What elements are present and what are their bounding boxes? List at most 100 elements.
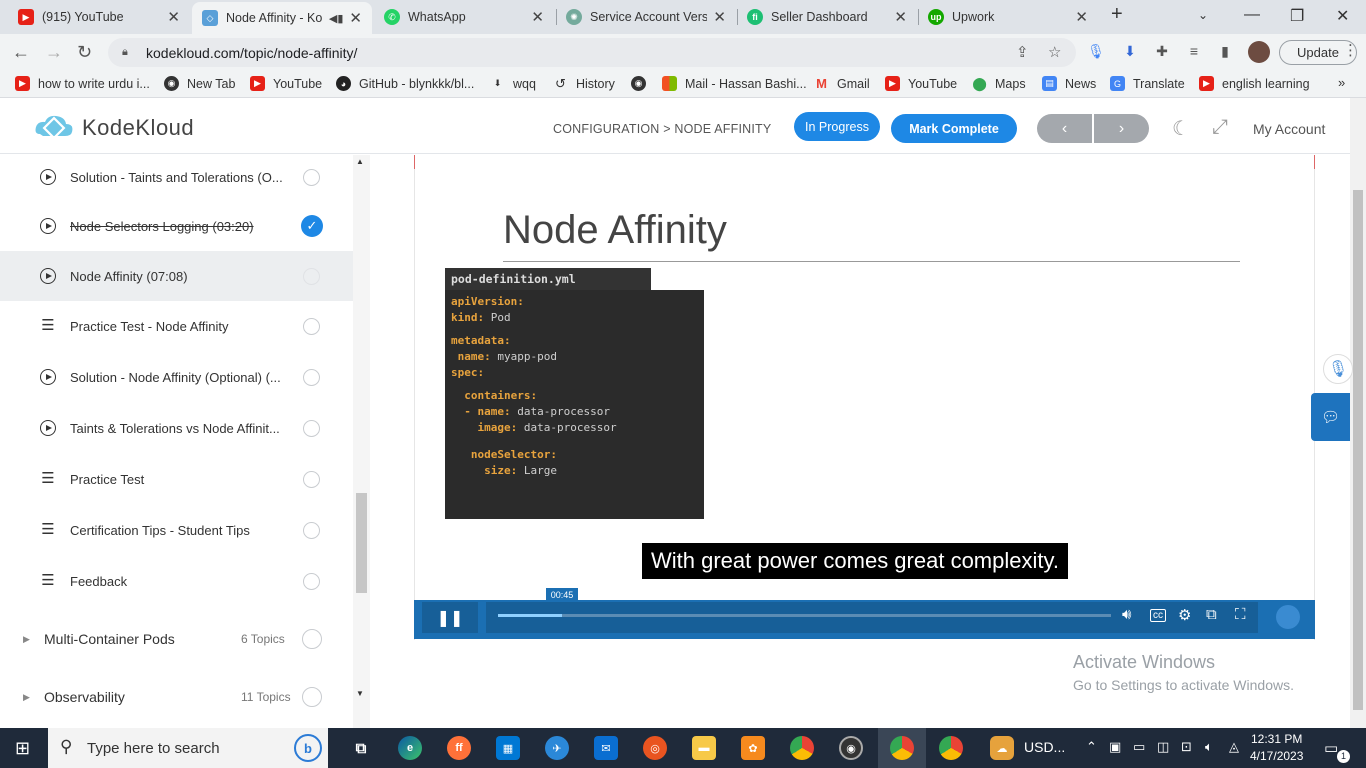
side-panel-icon[interactable]: ▮ <box>1216 43 1234 61</box>
firefox-icon[interactable]: ff <box>447 736 471 760</box>
close-icon[interactable]: ✕ <box>713 8 726 26</box>
previous-lesson-button[interactable]: ‹ <box>1037 114 1092 143</box>
lesson-item[interactable]: Node Selectors Logging (03:20) ✓ <box>0 201 353 251</box>
lock-icon[interactable]: 🔒︎ <box>122 46 136 59</box>
bookmark-item[interactable]: ⬤ Maps <box>972 76 1025 91</box>
tab-node-affinity[interactable]: ◇ Node Affinity - Ko ◀▮ ✕ <box>192 2 372 34</box>
new-tab-icon[interactable]: + <box>1111 3 1123 26</box>
volume-icon[interactable]: 🔊︎ <box>1122 606 1131 623</box>
close-icon[interactable]: ✕ <box>531 8 544 26</box>
profile-avatar[interactable] <box>1248 41 1270 63</box>
lesson-item[interactable]: ☰ Practice Test - Node Affinity <box>0 301 353 351</box>
bookmark-item[interactable]: ▤ News <box>1042 76 1096 91</box>
breadcrumb[interactable]: CONFIGURATION > NODE AFFINITY <box>553 122 771 136</box>
task-view-icon[interactable]: ⧉ <box>349 736 373 760</box>
lesson-item[interactable]: Taints & Tolerations vs Node Affinit... <box>0 403 353 453</box>
lesson-item[interactable]: ☰ Certification Tips - Student Tips <box>0 505 353 555</box>
picture-in-picture-icon[interactable]: ⧉ <box>1206 606 1217 623</box>
tray-display-icon[interactable]: ▭ <box>1133 739 1145 755</box>
media-control-icon[interactable]: ≡ <box>1185 43 1203 61</box>
extensions-puzzle-icon[interactable]: ✚ <box>1153 43 1171 61</box>
close-icon[interactable]: ✕ <box>1075 8 1088 26</box>
tab-service-account[interactable]: ✺ Service Account Versic ✕ <box>556 4 736 30</box>
address-bar[interactable]: 🔒︎ kodekloud.com/topic/node-affinity/ ⇪ … <box>108 38 1076 67</box>
bing-icon[interactable]: b <box>294 734 322 762</box>
reload-icon[interactable]: ↻ <box>77 42 92 63</box>
lesson-item[interactable]: ☰ Practice Test <box>0 454 353 504</box>
chrome-profile-icon[interactable] <box>890 736 914 760</box>
tray-chevron-icon[interactable]: ⌃ <box>1086 739 1097 755</box>
close-window-icon[interactable]: ✕ <box>1336 6 1349 26</box>
fullscreen-player-icon[interactable]: ⛶ <box>1235 606 1246 623</box>
tray-network-device-icon[interactable]: ⊡ <box>1181 739 1192 755</box>
settings-gear-icon[interactable]: ⚙ <box>1178 606 1191 624</box>
edge-icon[interactable]: e <box>398 736 422 760</box>
pause-button[interactable]: ❚❚ <box>422 602 478 633</box>
tab-youtube[interactable]: ▶ (915) YouTube ✕ <box>8 4 190 30</box>
bookmark-item[interactable]: ▶ english learning <box>1199 76 1310 91</box>
kodekloud-logo[interactable]: KodeKloud <box>34 114 194 142</box>
bookmark-item[interactable]: ◉ New Tab <box>164 76 235 91</box>
mark-complete-button[interactable]: Mark Complete <box>891 114 1017 143</box>
back-icon[interactable]: ← <box>12 42 30 63</box>
lesson-item[interactable]: Solution - Node Affinity (Optional) (... <box>0 352 353 402</box>
bookmark-item[interactable]: G Translate <box>1110 76 1185 91</box>
closed-captions-icon[interactable]: cc <box>1150 609 1166 622</box>
sidebar-scrollbar[interactable] <box>353 155 370 728</box>
tab-seller-dashboard[interactable]: fi Seller Dashboard ✕ <box>737 4 917 30</box>
bookmark-item[interactable]: ▶ YouTube <box>885 76 957 91</box>
notification-icon[interactable]: ▭ <box>1324 739 1338 757</box>
windows-start-icon[interactable]: ⊞ <box>15 738 30 759</box>
lesson-item[interactable]: Solution - Taints and Tolerations (O... <box>0 155 353 202</box>
taskbar-search-box[interactable]: ⚲ Type here to search b <box>48 728 328 768</box>
dark-mode-icon[interactable]: ☾ <box>1172 116 1190 141</box>
section-multi-container-pods[interactable]: ▶ Multi-Container Pods 6 Topics <box>0 618 353 660</box>
bookmark-item[interactable]: ▶ how to write urdu i... <box>15 76 150 91</box>
next-lesson-button[interactable]: › <box>1094 114 1149 143</box>
seek-bar-container[interactable] <box>486 602 1258 633</box>
bookmark-item[interactable]: ◉ <box>631 76 654 91</box>
close-icon[interactable]: ✕ <box>349 9 362 27</box>
page-scrollbar-thumb[interactable] <box>1353 190 1363 710</box>
seek-bar[interactable] <box>498 614 1111 617</box>
url-text[interactable]: kodekloud.com/topic/node-affinity/ <box>146 45 357 61</box>
share-icon[interactable]: ⇪ <box>1016 43 1029 61</box>
close-icon[interactable]: ✕ <box>167 8 180 26</box>
bookmark-item[interactable]: ⬇ wqq <box>490 76 536 91</box>
lesson-item[interactable]: ☰ Feedback <box>0 556 353 606</box>
obs-icon[interactable]: ◉ <box>839 736 863 760</box>
tray-camera-icon[interactable]: ◫ <box>1157 739 1169 755</box>
scroll-up-icon[interactable]: ▲ <box>356 157 364 166</box>
bookmark-item[interactable]: ▶ YouTube <box>250 76 322 91</box>
scroll-down-icon[interactable]: ▼ <box>356 689 364 698</box>
bookmark-item[interactable]: ↺ History <box>553 76 615 91</box>
section-observability[interactable]: ▶ Observability 11 Topics <box>0 676 353 718</box>
speaker-icon[interactable]: ◀▮ <box>329 12 344 25</box>
lesson-item-current[interactable]: Node Affinity (07:08) <box>0 251 353 301</box>
app-swirl-icon[interactable]: ◎ <box>643 736 667 760</box>
bookmark-item[interactable]: Mail - Hassan Bashi... <box>662 76 807 91</box>
chrome-profile-h-icon[interactable] <box>939 736 963 760</box>
chat-support-icon[interactable]: 💬︎ <box>1311 393 1350 441</box>
app-gear-icon[interactable]: ✿ <box>741 736 765 760</box>
my-account-link[interactable]: My Account <box>1253 121 1325 137</box>
forward-icon[interactable]: → <box>45 42 63 63</box>
telegram-icon[interactable]: ✈ <box>545 736 569 760</box>
download-extension-icon[interactable]: ⬇ <box>1121 43 1139 61</box>
tab-whatsapp[interactable]: ✆ WhatsApp ✕ <box>374 4 554 30</box>
bookmark-star-icon[interactable]: ☆ <box>1048 43 1061 61</box>
bookmark-item[interactable]: M Gmail <box>814 76 870 91</box>
sidebar-scrollbar-thumb[interactable] <box>356 493 367 593</box>
mail-icon[interactable]: ✉ <box>594 736 618 760</box>
microphone-extension-icon[interactable]: 🎙︎ <box>1087 43 1105 61</box>
more-menu-icon[interactable]: ⋮ <box>1343 41 1358 59</box>
expand-triangle-icon[interactable]: ▶ <box>23 692 30 703</box>
bookmark-item[interactable]: ◕ GitHub - blynkkk/bl... <box>336 76 474 91</box>
weather-text[interactable]: USD... <box>1024 739 1065 755</box>
in-progress-button[interactable]: In Progress <box>794 112 880 141</box>
store-icon[interactable]: ▦ <box>496 736 520 760</box>
tray-device-icon[interactable]: ▣ <box>1109 739 1121 755</box>
more-bookmarks-icon[interactable]: » <box>1338 75 1345 90</box>
taskbar-clock[interactable]: 12:31 PM 4/17/2023 <box>1250 731 1303 765</box>
file-explorer-icon[interactable]: ▬ <box>692 736 716 760</box>
